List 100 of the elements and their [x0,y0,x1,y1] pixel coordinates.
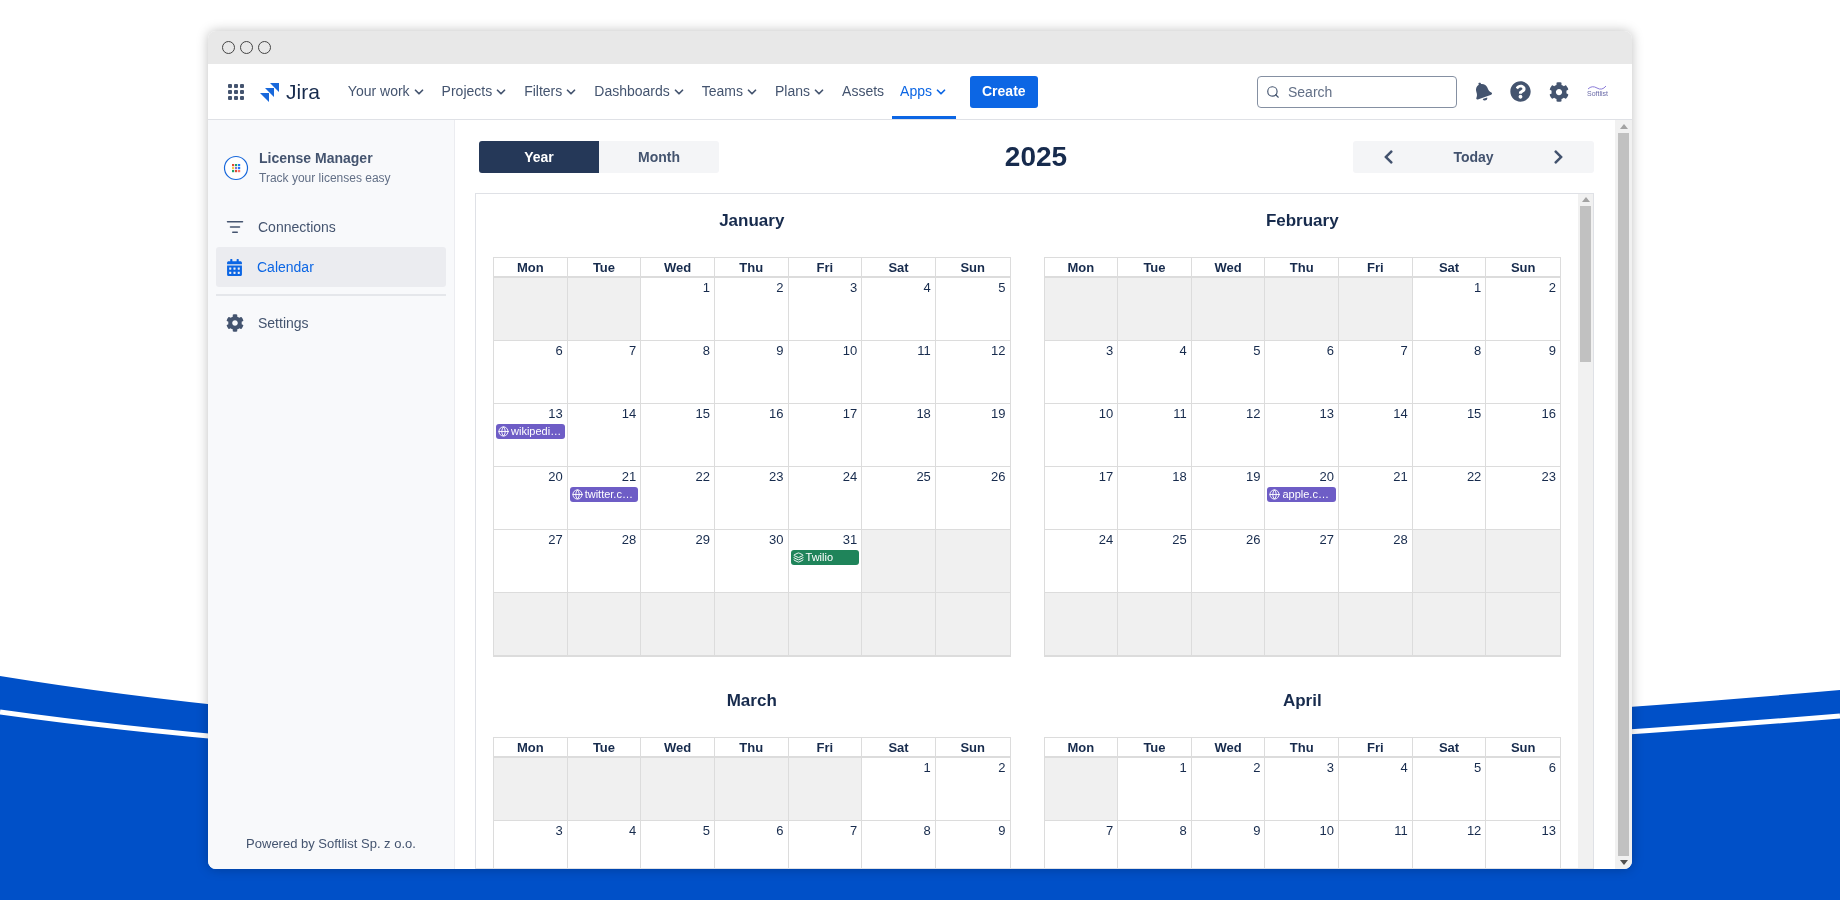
sidebar-item[interactable]: Calendar [216,247,446,287]
day-number: 8 [1474,343,1483,359]
day-number: 31 [842,532,859,548]
day-number: 13 [1541,823,1557,839]
view-toggle-tab[interactable]: Year [479,141,599,173]
create-button[interactable]: Create [970,75,1038,108]
day-number: 6 [776,823,785,839]
day-number: 30 [769,532,785,548]
day-number: 17 [1098,469,1115,485]
day-number: 28 [1393,532,1409,548]
nav-menu-item[interactable]: Dashboards [586,64,694,119]
globe-icon [1269,489,1281,500]
today-button[interactable]: Today [1453,146,1494,168]
settings-icon[interactable] [1549,81,1569,102]
day-number: 4 [923,280,932,296]
day-number: 11 [917,343,932,359]
scrollbar[interactable] [1578,194,1593,868]
search-field[interactable]: Search [1257,75,1457,108]
day-number: 17 [842,406,859,422]
day-number: 5 [998,280,1007,296]
day-number: 8 [1179,823,1188,839]
day-number: 29 [695,532,711,548]
day-number: 25 [916,469,932,485]
app-grid-icon[interactable] [228,83,244,100]
sidebar-item[interactable]: Settings [216,303,446,343]
day-number: 5 [702,823,711,839]
day-number: 14 [1393,406,1409,422]
day-number: 21 [621,469,638,485]
day-number: 24 [842,469,859,485]
powered-by-text: Powered by Softlist Sp. z o.o. [245,834,417,853]
day-number: 27 [1319,532,1336,548]
day-number: 23 [1541,469,1557,485]
month-title: January [718,210,786,232]
sidebar-item[interactable]: Connections [216,207,446,247]
app-logo-icon [223,154,249,181]
nav-menu-item[interactable]: Filters [516,64,587,119]
scrollbar[interactable] [1615,120,1632,869]
day-number: 9 [1253,823,1262,839]
event-tag[interactable]: wikipedi… [496,424,565,439]
day-number: 11 [1394,823,1409,839]
day-number: 22 [1466,469,1483,485]
day-number: 5 [1474,760,1483,776]
day-number: 8 [923,823,932,839]
day-number: 3 [555,823,564,839]
day-number: 18 [916,406,932,422]
day-number: 16 [769,406,785,422]
day-number: 18 [1172,469,1188,485]
nav-menu-item[interactable]: Plans [767,64,835,119]
day-number: 9 [1548,343,1557,359]
event-tag[interactable]: apple.c… [1267,487,1337,502]
day-number: 3 [849,280,859,296]
day-number: 2 [1548,280,1557,296]
day-number: 12 [1245,406,1262,422]
day-number: 26 [1245,532,1262,548]
day-number: 8 [702,343,711,359]
day-number: 9 [998,823,1007,839]
nav-menu-item[interactable]: Teams [693,64,768,119]
month-title: March [725,690,778,712]
search-icon [1266,84,1280,99]
day-number: 15 [695,406,711,422]
day-number: 1 [1474,280,1483,296]
day-number: 20 [1319,469,1336,485]
day-number: 16 [1541,406,1557,422]
jira-logo-icon[interactable] [260,81,280,102]
event-tag[interactable]: twitter.c… [569,487,639,502]
day-number: 20 [548,469,564,485]
view-toggle-tab[interactable]: Month [599,141,719,173]
day-number: 26 [991,469,1007,485]
day-number: 12 [1466,823,1483,839]
day-number: 13 [548,406,564,422]
nav-menu-item[interactable]: Your work [339,64,434,119]
jira-logo-text[interactable]: Jira [286,75,320,108]
day-number: 5 [1253,343,1262,359]
day-number: 21 [1393,469,1409,485]
year-heading: 2025 [1004,140,1068,174]
wave-line-icon [1588,85,1607,90]
day-number: 10 [1319,823,1336,839]
help-icon[interactable] [1510,81,1531,102]
day-number: 1 [702,280,711,296]
day-number: 3 [1326,760,1336,776]
month-title: February [1264,210,1340,232]
day-number: 3 [1105,343,1115,359]
app-title: License Manager [259,149,374,168]
nav-menu-item[interactable]: Apps [892,64,956,119]
day-number: 7 [849,823,859,839]
day-number: 4 [1179,343,1188,359]
day-number: 6 [555,343,564,359]
settings-icon [226,314,244,332]
event-tag[interactable]: Twilio [790,550,860,565]
day-number: 2 [776,280,785,296]
previous-icon[interactable] [1382,149,1396,165]
next-icon[interactable] [1551,149,1565,165]
day-number: 22 [695,469,711,485]
day-number: 1 [923,760,932,776]
day-number: 1 [1179,760,1188,776]
nav-menu-item[interactable]: Projects [433,64,517,119]
day-number: 7 [629,343,638,359]
nav-menu-item[interactable]: Assets [834,64,893,119]
day-number: 4 [1400,760,1409,776]
layers-icon [792,552,804,563]
